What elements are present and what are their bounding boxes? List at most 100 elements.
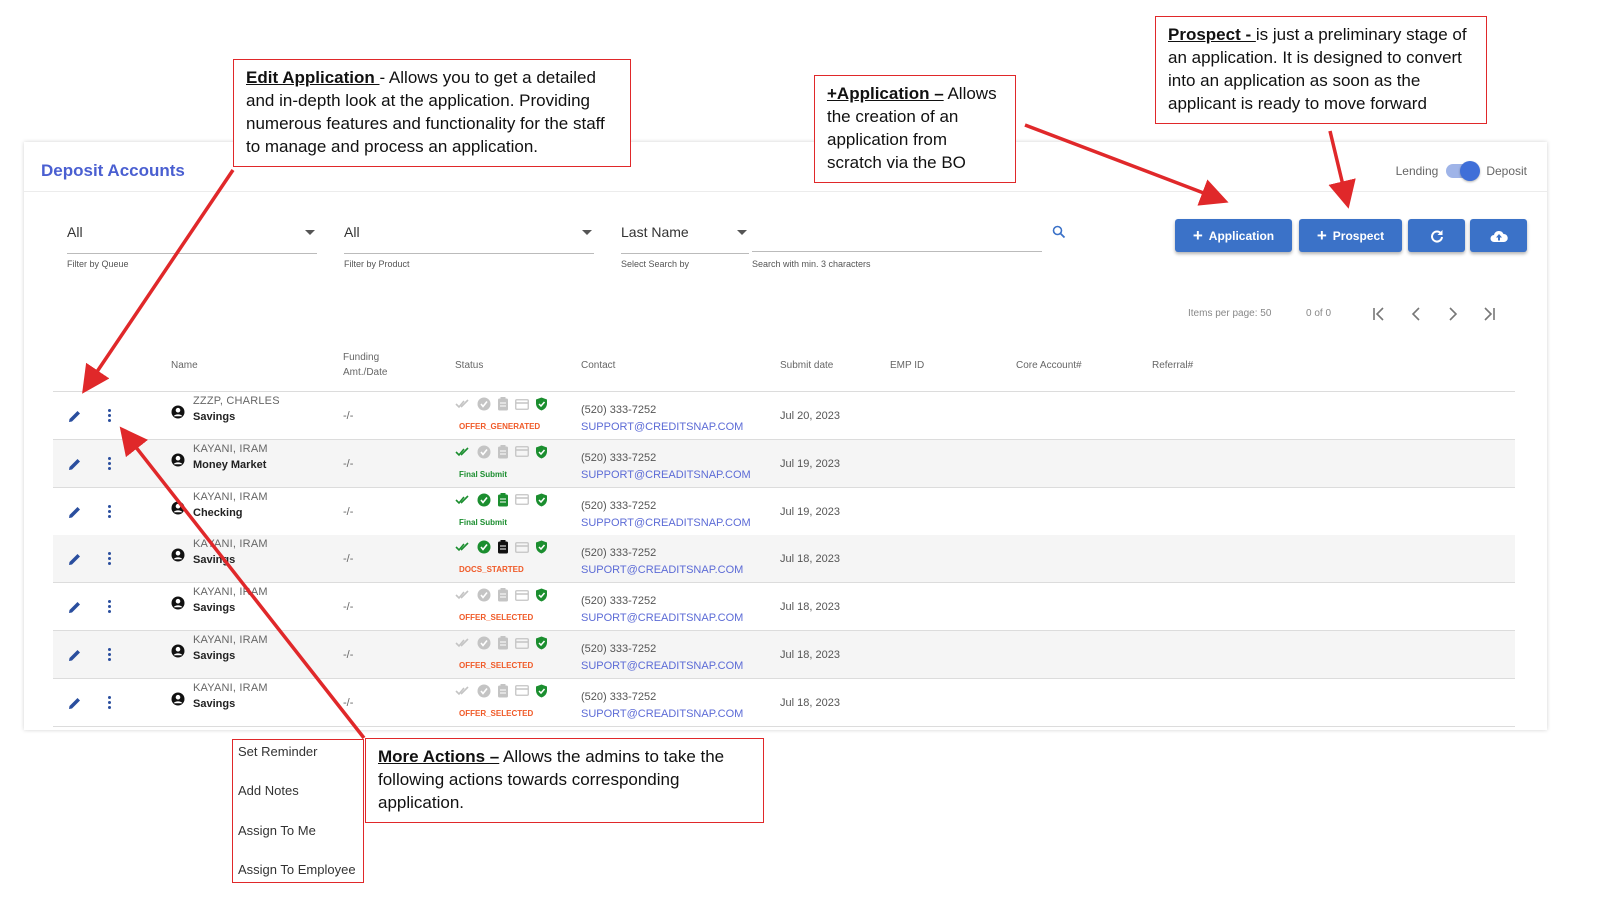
check-circle-icon (477, 397, 491, 411)
edit-pencil-icon[interactable] (68, 506, 81, 519)
user-avatar-icon (171, 501, 185, 515)
user-avatar-icon (171, 596, 185, 610)
upload-button[interactable] (1470, 219, 1527, 252)
more-vert-icon[interactable] (108, 456, 112, 472)
annotation-more-title: More Actions – (378, 747, 500, 766)
shield-check-icon (536, 445, 547, 459)
product-name: Checking (193, 506, 243, 519)
table-row[interactable]: KAYANI, IRAM Savings -/- OFFER_SELECTED (520… (53, 679, 1515, 727)
check-circle-icon (477, 684, 491, 698)
applicant-name: KAYANI, IRAM (193, 442, 268, 455)
document-icon (498, 397, 508, 411)
search-by-select[interactable]: Last Name (621, 222, 749, 254)
submit-date: Jul 20, 2023 (780, 410, 840, 422)
product-name: Savings (193, 697, 236, 710)
product-filter-value: All (344, 224, 360, 240)
next-page-icon[interactable] (1445, 306, 1461, 322)
col-status: Status (455, 360, 484, 371)
queue-filter-select[interactable]: All (67, 222, 317, 254)
first-page-icon[interactable] (1371, 306, 1387, 322)
more-vert-icon[interactable] (108, 504, 112, 520)
table-row[interactable]: KAYANI, IRAM Money Market -/- Final Submit (… (53, 439, 1515, 488)
toggle-switch[interactable] (1446, 161, 1481, 181)
menu-item-assign-to-employee[interactable]: Assign To Employee (238, 862, 356, 877)
check-circle-icon (477, 493, 491, 507)
shield-check-icon (536, 636, 547, 650)
menu-item-assign-to-me[interactable]: Assign To Me (238, 823, 316, 838)
submit-date: Jul 19, 2023 (780, 457, 840, 470)
page-range: 0 of 0 (1306, 308, 1332, 319)
plus-icon: + (1192, 226, 1203, 245)
status-badge: Final Submit (459, 469, 507, 479)
col-funding: Funding Amt./Date (343, 352, 388, 378)
add-prospect-button[interactable]: + Prospect (1299, 219, 1402, 252)
more-vert-icon[interactable] (108, 600, 112, 615)
add-application-button[interactable]: + Application (1175, 219, 1292, 252)
table-row[interactable]: KAYANI, IRAM Savings -/- OFFER_SELECTED (520… (53, 631, 1515, 679)
edit-pencil-icon[interactable] (68, 601, 81, 614)
submit-date: Jul 18, 2023 (780, 601, 840, 614)
funding-amount: -/- (343, 601, 354, 614)
table-row[interactable]: KAYANI, IRAM Checking -/- Final Submit (520)… (53, 488, 1515, 536)
edit-pencil-icon[interactable] (68, 649, 81, 662)
product-name: Savings (193, 602, 236, 615)
contact-email[interactable]: SUPPORT@CREADITSNAP.COM (581, 469, 751, 481)
lending-deposit-toggle[interactable]: Lending Deposit (1396, 161, 1527, 181)
more-vert-icon[interactable] (108, 552, 112, 567)
status-badge: OFFER_SELECTED (459, 661, 534, 670)
user-avatar-icon (171, 548, 185, 562)
search-by-value: Last Name (621, 224, 689, 240)
edit-pencil-icon[interactable] (68, 553, 81, 566)
add-prospect-label: Prospect (1332, 228, 1385, 243)
double-check-icon (455, 495, 469, 504)
shield-check-icon (536, 684, 547, 698)
credit-card-icon (515, 494, 529, 505)
user-avatar-icon (171, 405, 185, 419)
funding-amount: -/- (343, 410, 354, 422)
credit-card-icon (515, 685, 529, 697)
submit-date: Jul 18, 2023 (780, 649, 840, 661)
table-row[interactable]: ZZZP, CHARLES Savings -/- OFFER_GENERATED (5… (53, 392, 1515, 440)
applicant-name: ZZZP, CHARLES (193, 395, 280, 407)
product-filter-label: Filter by Product (344, 259, 410, 269)
contact-email[interactable]: SUPPORT@CREADITSNAP.COM (581, 517, 751, 529)
edit-pencil-icon[interactable] (68, 697, 81, 710)
contact-email[interactable]: SUPPORT@CREDITSNAP.COM (581, 421, 743, 433)
previous-page-icon[interactable] (1408, 306, 1424, 322)
menu-item-set-reminder[interactable]: Set Reminder (238, 744, 317, 759)
edit-pencil-icon[interactable] (68, 458, 81, 471)
table-row[interactable]: KAYANI, IRAM Savings -/- OFFER_SELECTED (520… (53, 583, 1515, 632)
chevron-down-icon (582, 230, 592, 235)
contact-email[interactable]: SUPORT@CREADITSNAP.COM (581, 708, 743, 720)
check-circle-icon (477, 445, 491, 459)
double-check-icon (455, 542, 469, 552)
document-icon (498, 492, 508, 507)
contact-email[interactable]: SUPORT@CREADITSNAP.COM (581, 612, 743, 624)
items-per-page[interactable]: Items per page: 50 (1188, 308, 1271, 319)
search-input[interactable] (752, 222, 1042, 252)
last-page-icon[interactable] (1481, 306, 1497, 322)
refresh-button[interactable] (1408, 219, 1465, 252)
col-referral: Referral# (1152, 360, 1194, 371)
edit-pencil-icon[interactable] (68, 410, 81, 423)
search-icon[interactable] (1052, 225, 1066, 239)
product-filter-select[interactable]: All (344, 222, 594, 254)
submit-date: Jul 19, 2023 (780, 505, 840, 518)
more-vert-icon[interactable] (108, 695, 112, 711)
status-icons (455, 636, 548, 650)
col-core-account: Core Account# (1016, 360, 1082, 371)
toggle-knob (1460, 161, 1481, 181)
more-vert-icon[interactable] (108, 648, 112, 663)
document-icon (498, 683, 508, 698)
funding-amount: -/- (343, 553, 354, 566)
contact-email[interactable]: SUPORT@CREADITSNAP.COM (581, 660, 743, 672)
double-check-icon (455, 447, 469, 456)
shield-check-icon (536, 540, 547, 554)
contact-email[interactable]: SUPORT@CREADITSNAP.COM (581, 564, 743, 576)
more-vert-icon[interactable] (108, 409, 112, 424)
user-avatar-icon (171, 692, 185, 706)
table-row[interactable]: KAYANI, IRAM Savings -/- DOCS_STARTED (520) … (53, 535, 1515, 584)
contact-phone: (520) 333-7252 (581, 404, 657, 416)
status-icons (455, 588, 548, 602)
menu-item-add-notes[interactable]: Add Notes (238, 783, 299, 798)
